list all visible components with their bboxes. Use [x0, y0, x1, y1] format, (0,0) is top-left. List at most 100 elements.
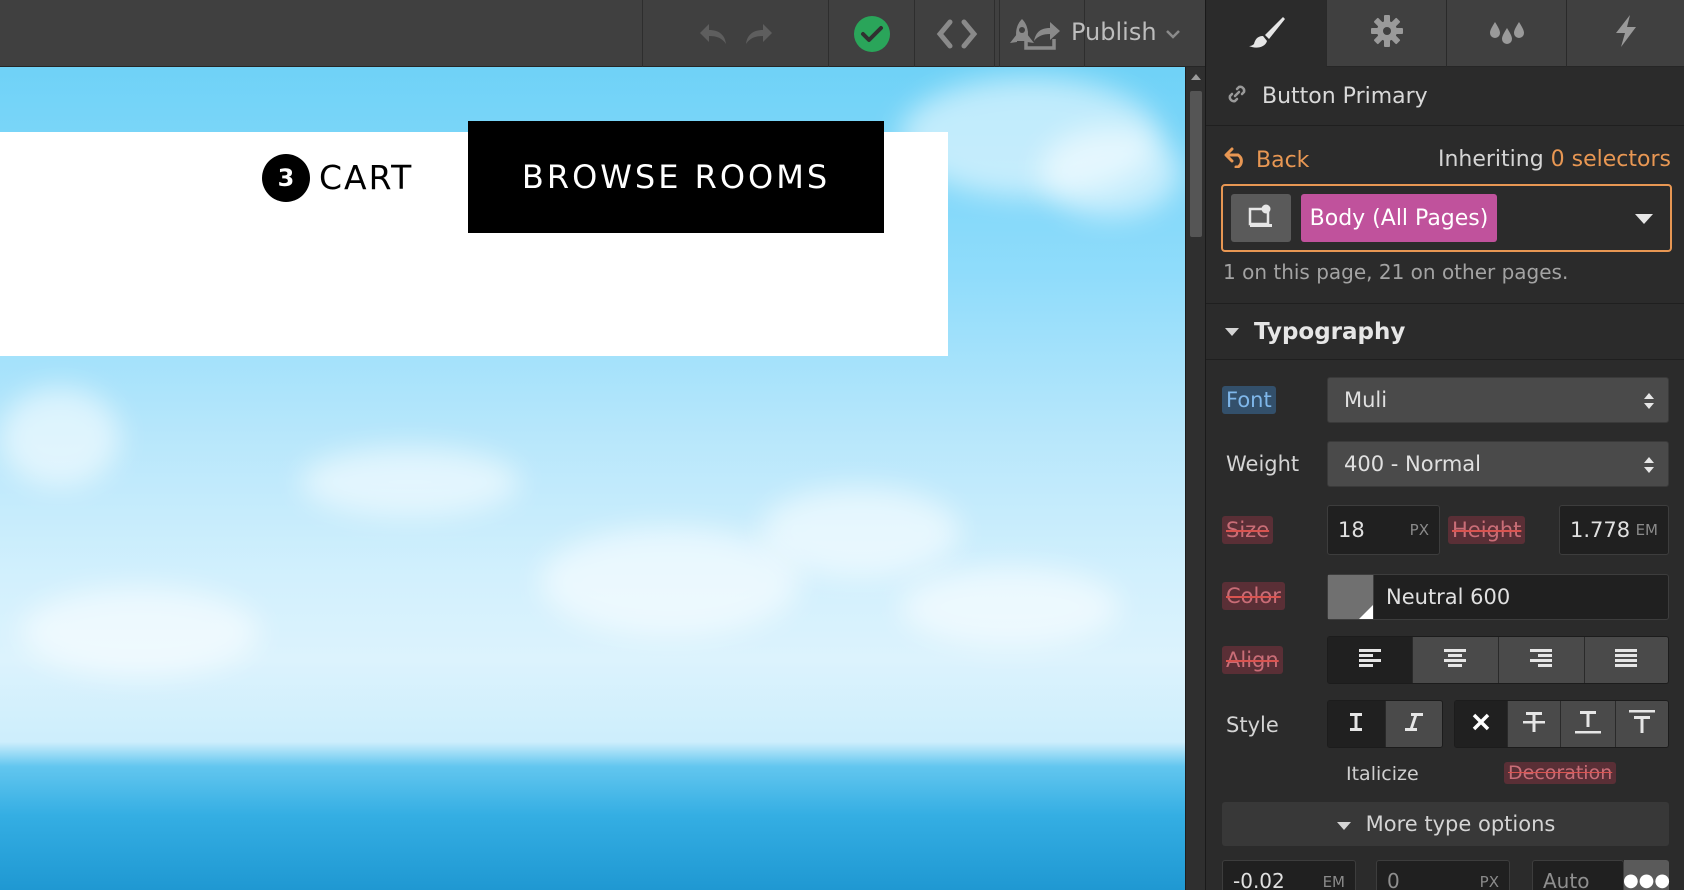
more-type-options-toggle[interactable]: More type options	[1222, 802, 1669, 846]
cloud	[540, 527, 800, 637]
decoration-segmented-control	[1454, 700, 1669, 748]
back-label[interactable]: Back	[1256, 148, 1309, 173]
check-icon[interactable]	[853, 15, 891, 53]
decoration-caption[interactable]: Decoration	[1504, 762, 1617, 784]
align-left-icon	[1358, 648, 1382, 672]
size-label[interactable]: Size	[1222, 516, 1274, 544]
columns-input[interactable]: Auto	[1532, 860, 1624, 890]
size-value: 18	[1338, 518, 1365, 542]
letter-spacing-value: -0.02	[1233, 869, 1285, 890]
align-segmented-control	[1327, 636, 1669, 684]
tab-settings[interactable]	[1326, 0, 1446, 67]
cart-link[interactable]: CART	[319, 158, 413, 198]
chevron-down-icon[interactable]	[1164, 26, 1182, 45]
italicize-caption: Italicize	[1346, 763, 1419, 785]
align-left-button[interactable]	[1328, 637, 1412, 683]
tab-style[interactable]	[1206, 0, 1326, 67]
panel-tabs	[1206, 0, 1684, 67]
selector-state-button[interactable]	[1231, 194, 1291, 242]
typography-section-header[interactable]: Typography	[1206, 304, 1684, 360]
page-selector-icon	[1248, 204, 1274, 232]
text-indent-placeholder: 0	[1387, 869, 1400, 890]
letter-spacing-unit[interactable]: EM	[1323, 873, 1345, 890]
scroll-up-arrow[interactable]	[1186, 67, 1206, 87]
lightning-icon	[1612, 14, 1640, 52]
height-label[interactable]: Height	[1448, 516, 1526, 544]
status-group	[828, 0, 914, 67]
back-arrow-icon	[1224, 146, 1248, 174]
italic-segmented-control	[1327, 700, 1443, 748]
inheriting-prefix: Inheriting	[1437, 147, 1544, 172]
text-indent-unit[interactable]: PX	[1480, 873, 1499, 890]
typography-title: Typography	[1254, 318, 1406, 345]
align-center-icon	[1443, 648, 1467, 672]
selector-tag[interactable]: Body (All Pages)	[1301, 194, 1497, 242]
font-label[interactable]: Font	[1222, 386, 1276, 414]
cloud	[760, 487, 960, 577]
dropdown-arrow-icon[interactable]	[1634, 210, 1654, 229]
inheriting-selectors-link[interactable]: 0 selectors	[1551, 147, 1671, 172]
size-input[interactable]: 18 PX	[1327, 505, 1440, 555]
style-panel: Button Primary Back Inheriting 0 selecto…	[1205, 0, 1684, 890]
toolbar-divider	[994, 0, 995, 67]
cloud	[900, 567, 1120, 647]
more-type-options-label: More type options	[1365, 812, 1556, 836]
top-toolbar	[0, 0, 1205, 67]
cloud	[0, 387, 120, 487]
webflow-designer: Publish 3 CART BROWSE ROOMS Button Prima…	[0, 0, 1684, 890]
line-height-input[interactable]: 1.778 EM	[1559, 505, 1669, 555]
undo-icon[interactable]	[697, 20, 729, 48]
weight-select[interactable]: 400 - Normal	[1327, 441, 1669, 487]
weight-label: Weight	[1226, 452, 1300, 476]
align-justify-icon	[1614, 648, 1638, 672]
height-unit[interactable]: EM	[1636, 521, 1658, 539]
drops-icon	[1487, 14, 1527, 52]
link-icon	[1226, 83, 1248, 109]
decoration-none-button[interactable]	[1455, 701, 1507, 747]
back-link[interactable]: Back	[1224, 146, 1309, 174]
regular-style-button[interactable]	[1328, 701, 1385, 747]
close-icon	[1471, 712, 1491, 736]
cloud	[300, 447, 520, 517]
overline-button[interactable]	[1614, 701, 1668, 747]
columns-placeholder: Auto	[1543, 869, 1590, 890]
history-controls	[642, 0, 828, 67]
size-unit[interactable]: PX	[1410, 521, 1429, 539]
style-label: Style	[1226, 713, 1279, 737]
letter-spacing-input[interactable]: -0.02 EM	[1222, 860, 1356, 890]
selector-field[interactable]: Body (All Pages)	[1221, 184, 1672, 252]
color-swatch[interactable]	[1328, 575, 1374, 619]
font-select[interactable]: Muli	[1327, 377, 1669, 423]
color-picker-field[interactable]: Neutral 600	[1327, 574, 1669, 620]
font-value: Muli	[1344, 388, 1388, 412]
align-label[interactable]: Align	[1222, 646, 1283, 674]
selector-usage-note: 1 on this page, 21 on other pages.	[1223, 260, 1569, 284]
color-label[interactable]: Color	[1222, 582, 1285, 610]
code-icon[interactable]	[936, 19, 978, 49]
align-justify-button[interactable]	[1583, 637, 1668, 683]
align-center-button[interactable]	[1411, 637, 1498, 683]
selected-element-row: Button Primary	[1206, 67, 1684, 126]
tab-lightning[interactable]	[1566, 0, 1684, 67]
italic-style-button[interactable]	[1384, 701, 1442, 747]
height-value: 1.778	[1570, 518, 1631, 542]
cloud	[20, 587, 260, 677]
more-options-icon[interactable]: ●●●	[1623, 860, 1670, 890]
text-indent-input[interactable]: 0 PX	[1376, 860, 1510, 890]
scroll-thumb[interactable]	[1190, 91, 1202, 237]
canvas-scrollbar[interactable]	[1185, 67, 1205, 890]
strikethrough-icon	[1522, 710, 1546, 738]
publish-label[interactable]: Publish	[1071, 18, 1157, 46]
browse-rooms-button[interactable]: BROWSE ROOMS	[468, 121, 884, 233]
updown-icon	[1642, 454, 1656, 481]
rocket-icon	[1005, 17, 1039, 51]
align-right-icon	[1529, 648, 1553, 672]
strikethrough-button[interactable]	[1506, 701, 1561, 747]
inheriting-info: Inheriting 0 selectors	[1438, 147, 1671, 172]
underline-button[interactable]	[1560, 701, 1615, 747]
redo-icon[interactable]	[743, 20, 775, 48]
tab-interactions[interactable]	[1446, 0, 1566, 67]
cloud	[1040, 127, 1180, 217]
cart-count-badge[interactable]: 3	[262, 154, 310, 202]
align-right-button[interactable]	[1498, 637, 1584, 683]
